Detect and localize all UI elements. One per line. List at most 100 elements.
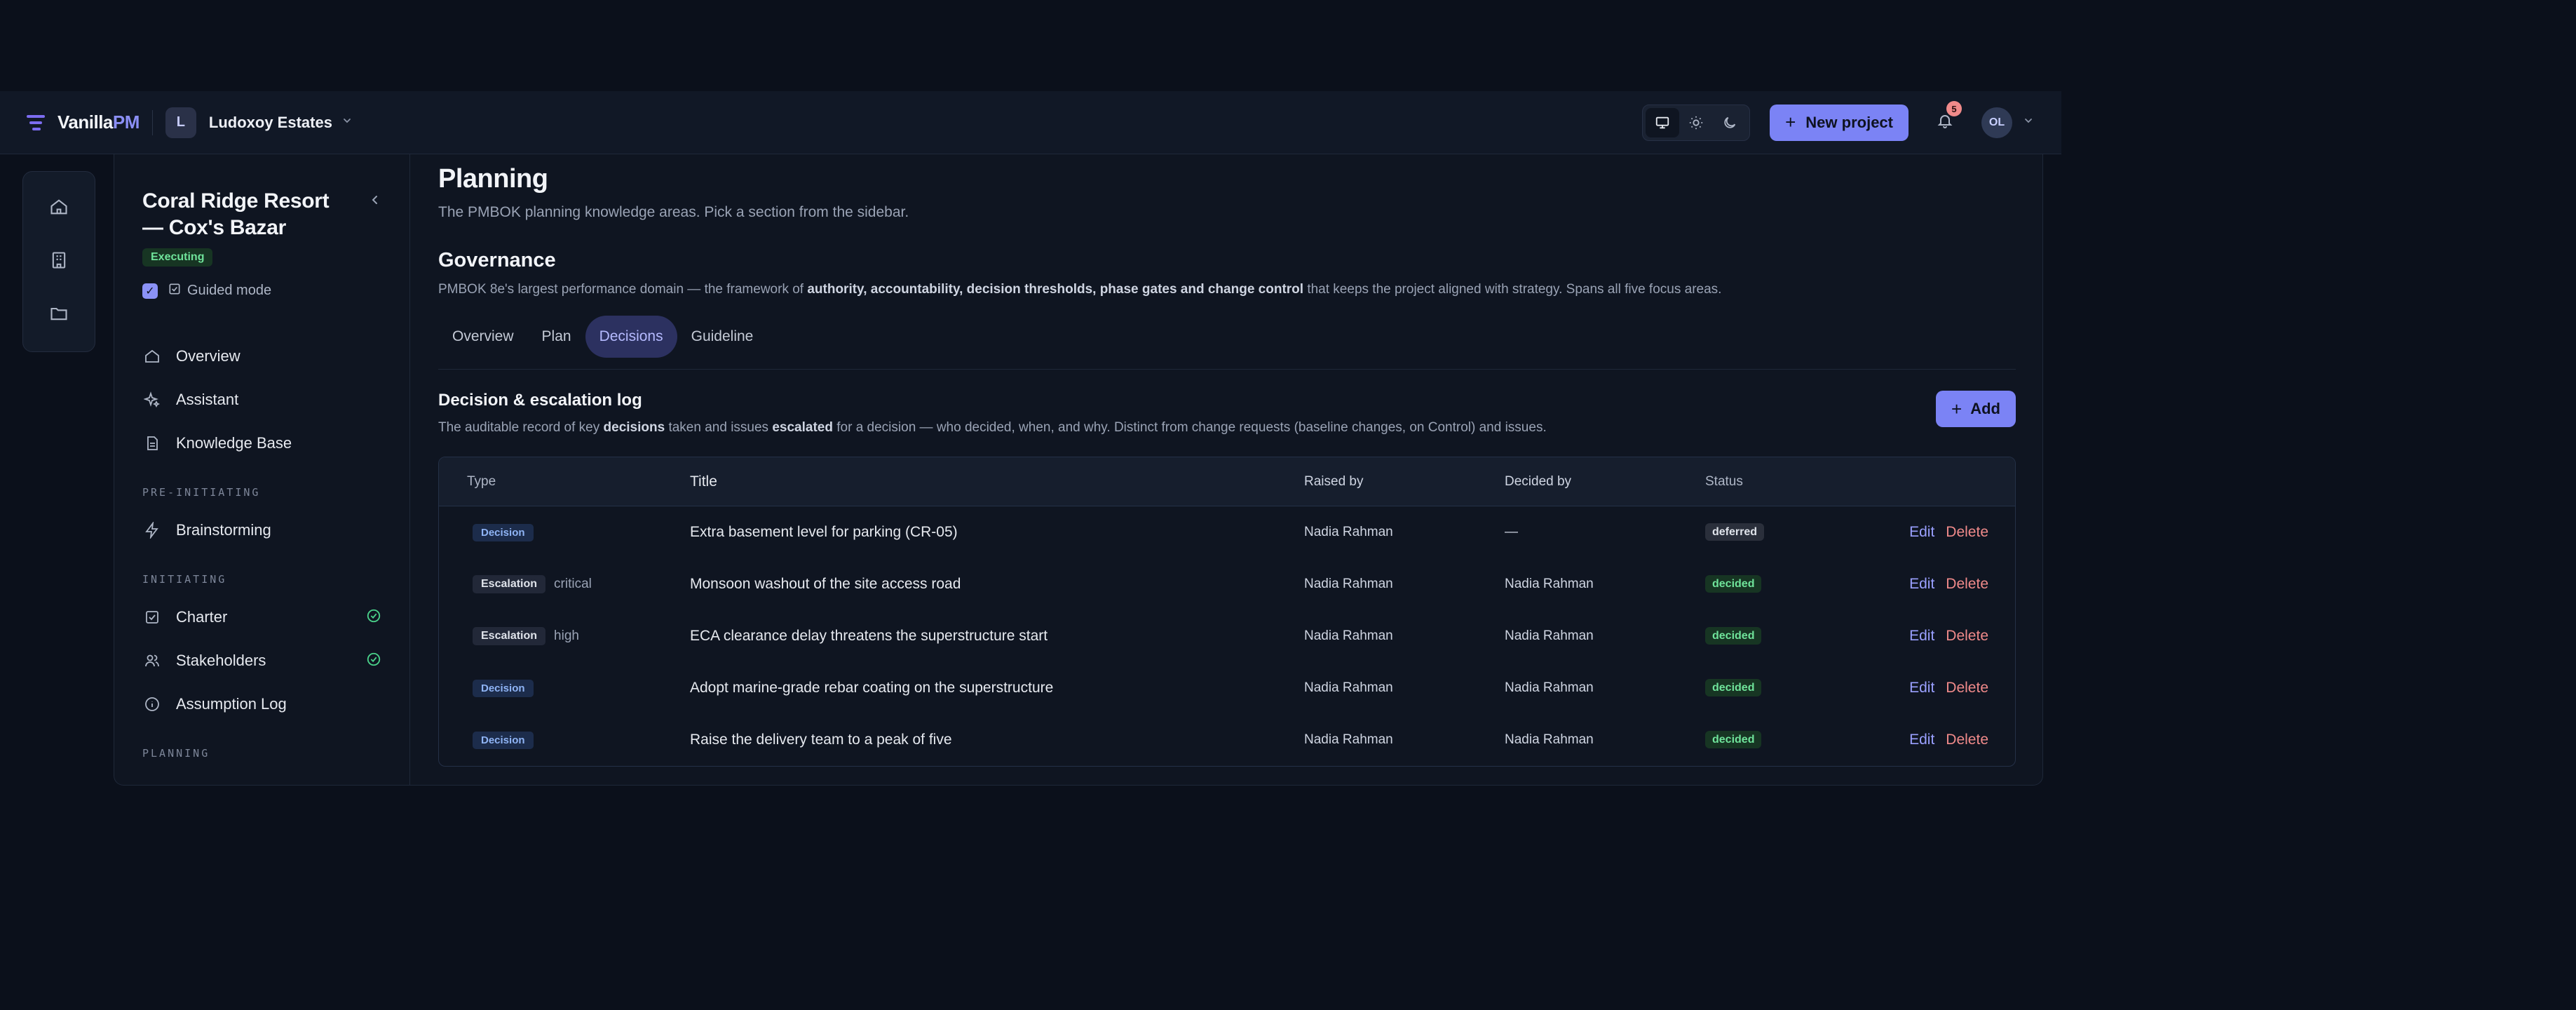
row-decided-by: Nadia Rahman xyxy=(1505,680,1594,695)
row-decided-by: Nadia Rahman xyxy=(1505,732,1594,747)
info-icon xyxy=(142,694,162,714)
section-tabs: Overview Plan Decisions Guideline xyxy=(438,316,2016,370)
sparkle-icon xyxy=(142,390,162,410)
page-subtitle: The PMBOK planning knowledge areas. Pick… xyxy=(438,204,909,220)
row-decided-by: Nadia Rahman xyxy=(1505,628,1594,643)
sidebar-item-knowledge-base[interactable]: Knowledge Base xyxy=(142,422,381,465)
notification-badge: 5 xyxy=(1946,101,1962,116)
plus-icon: + xyxy=(1951,398,1962,419)
workspace-name: Ludoxoy Estates xyxy=(208,113,332,131)
status-badge: decided xyxy=(1705,731,1762,748)
table-row: Decision Adopt marine-grade rebar coatin… xyxy=(439,662,2015,714)
delete-button[interactable]: Delete xyxy=(1946,732,1988,748)
section-label-initiating: INITIATING xyxy=(142,573,227,586)
edit-button[interactable]: Edit xyxy=(1909,628,1934,645)
section-description: PMBOK 8e's largest performance domain — … xyxy=(438,282,1722,297)
building-icon[interactable] xyxy=(38,239,80,281)
user-menu-chevron-icon[interactable] xyxy=(2023,116,2033,129)
table-row: Decision Raise the delivery team to a pe… xyxy=(439,714,2015,766)
edit-button[interactable]: Edit xyxy=(1909,680,1934,696)
tab-plan[interactable]: Plan xyxy=(528,316,585,358)
row-raised-by: Nadia Rahman xyxy=(1304,577,1393,591)
tab-decisions[interactable]: Decisions xyxy=(585,316,677,358)
sidebar-item-charter[interactable]: Charter xyxy=(142,595,381,639)
sidebar-item-stakeholders[interactable]: Stakeholders xyxy=(142,639,381,682)
status-badge: decided xyxy=(1705,679,1762,696)
workspace-avatar: L xyxy=(165,107,196,138)
column-header-title: Title xyxy=(690,473,717,490)
moon-icon[interactable] xyxy=(1713,108,1747,137)
row-raised-by: Nadia Rahman xyxy=(1304,732,1393,747)
status-badge: deferred xyxy=(1705,523,1765,541)
chevron-left-icon[interactable] xyxy=(369,194,381,210)
folder-icon[interactable] xyxy=(38,292,80,335)
tab-guideline[interactable]: Guideline xyxy=(677,316,768,358)
edit-button[interactable]: Edit xyxy=(1909,524,1934,541)
type-badge: Escalation xyxy=(473,575,546,593)
notifications-button[interactable]: 5 xyxy=(1937,101,1962,133)
type-badge: Escalation xyxy=(473,627,546,645)
home-icon xyxy=(142,346,162,366)
log-title: Decision & escalation log xyxy=(438,391,642,410)
row-raised-by: Nadia Rahman xyxy=(1304,680,1393,695)
table-row: Escalation high ECA clearance delay threa… xyxy=(439,610,2015,662)
log-header: Decision & escalation log The auditable … xyxy=(438,391,2016,436)
guided-mode-label: Guided mode xyxy=(187,283,272,298)
delete-button[interactable]: Delete xyxy=(1946,524,1988,541)
user-avatar[interactable]: OL xyxy=(1981,107,2012,138)
tab-overview[interactable]: Overview xyxy=(438,316,528,358)
delete-button[interactable]: Delete xyxy=(1946,628,1988,645)
plus-icon: + xyxy=(1785,112,1796,133)
sidebar-item-assumption-log[interactable]: Assumption Log xyxy=(142,682,381,726)
status-badge: decided xyxy=(1705,627,1762,645)
section-title: Governance xyxy=(438,249,556,271)
home-icon[interactable] xyxy=(38,186,80,228)
content-area: Planning The PMBOK planning knowledge ar… xyxy=(438,154,2016,767)
delete-button[interactable]: Delete xyxy=(1946,680,1988,696)
type-badge: Decision xyxy=(473,523,534,541)
users-icon xyxy=(142,651,162,671)
section-label-pre-initiating: PRE-INITIATING xyxy=(142,486,261,499)
app-window: VanillaPM L Ludoxoy Estates + New projec… xyxy=(0,91,2061,793)
delete-button[interactable]: Delete xyxy=(1946,576,1988,593)
main-panel: Coral Ridge Resort — Cox's Bazar Executi… xyxy=(114,154,2043,786)
decision-log-table: Type Title Raised by Decided by Status D… xyxy=(438,457,2016,767)
row-title: Adopt marine-grade rebar coating on the … xyxy=(690,680,1054,696)
add-button[interactable]: + Add xyxy=(1936,391,2016,427)
bell-icon xyxy=(1937,115,1953,132)
row-title: ECA clearance delay threatens the supers… xyxy=(690,628,1048,644)
log-description: The auditable record of key decisions ta… xyxy=(438,420,1547,435)
project-sidebar: Coral Ridge Resort — Cox's Bazar Executi… xyxy=(114,154,410,785)
sidebar-item-overview[interactable]: Overview xyxy=(142,335,381,378)
monitor-icon[interactable] xyxy=(1646,107,1680,137)
sidebar-item-assistant[interactable]: Assistant xyxy=(142,378,381,422)
column-header-type: Type xyxy=(467,473,496,489)
table-header: Type Title Raised by Decided by Status xyxy=(439,457,2015,506)
sun-icon[interactable] xyxy=(1679,108,1713,137)
guided-mode-toggle[interactable]: ✓ Guided mode xyxy=(142,282,381,299)
row-raised-by: Nadia Rahman xyxy=(1304,525,1393,539)
column-header-raised-by: Raised by xyxy=(1304,473,1364,489)
brand-logo[interactable]: VanillaPM xyxy=(27,112,140,133)
row-decided-by: Nadia Rahman xyxy=(1505,577,1594,591)
project-title: Coral Ridge Resort — Cox's Bazar xyxy=(142,189,330,239)
severity-label: high xyxy=(554,628,579,643)
edit-button[interactable]: Edit xyxy=(1909,576,1934,593)
row-decided-by: — xyxy=(1505,525,1518,539)
project-status-badge: Executing xyxy=(142,248,213,267)
section-label-planning: PLANNING xyxy=(142,747,210,760)
brand-mark-icon xyxy=(27,114,45,130)
type-badge: Decision xyxy=(473,731,534,749)
checkbox-square-icon xyxy=(168,282,182,299)
checkbox-icon xyxy=(142,607,162,627)
workspace-switcher[interactable]: L Ludoxoy Estates xyxy=(165,107,352,138)
icon-rail xyxy=(22,171,95,352)
edit-button[interactable]: Edit xyxy=(1909,732,1934,748)
check-circle-icon xyxy=(366,652,381,671)
check-circle-icon xyxy=(366,608,381,627)
row-title: Extra basement level for parking (CR-05) xyxy=(690,524,958,540)
new-project-button[interactable]: + New project xyxy=(1770,104,1909,141)
lightning-icon xyxy=(142,520,162,540)
guided-mode-checkbox[interactable]: ✓ xyxy=(142,283,158,299)
sidebar-item-brainstorming[interactable]: Brainstorming xyxy=(142,509,381,552)
